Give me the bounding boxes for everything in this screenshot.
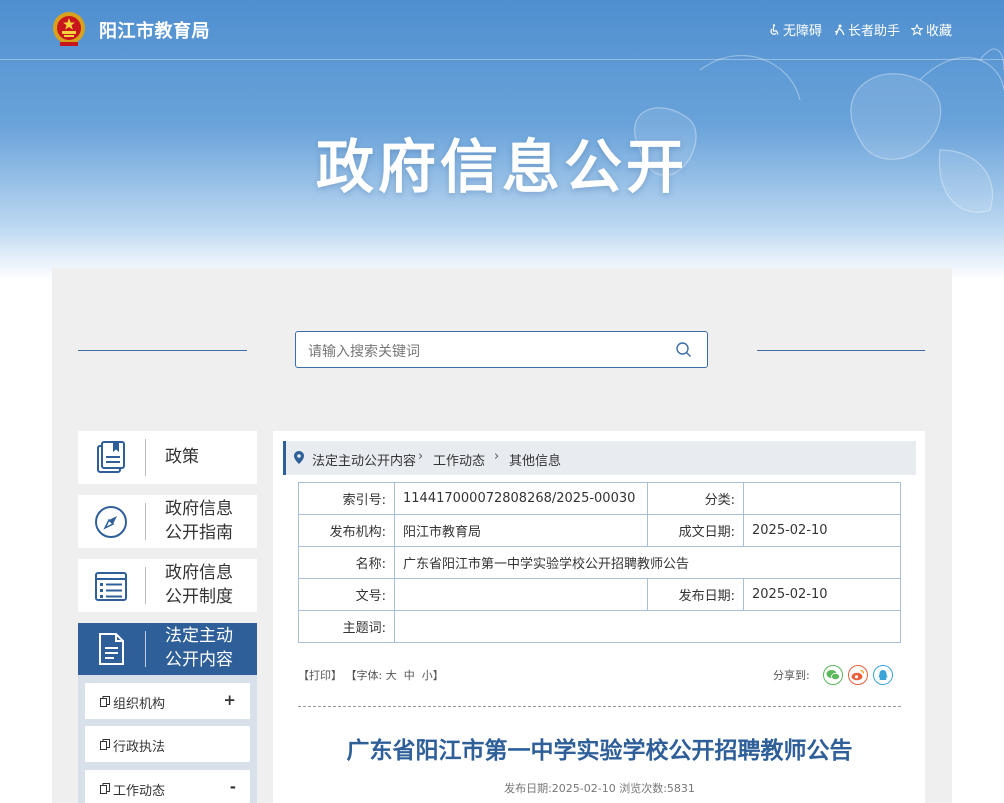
submenu-label: 行政执法 — [113, 740, 166, 755]
sidebar-separator — [145, 631, 146, 667]
copy-icon — [100, 783, 110, 794]
table-row: 文号: 发布日期: 2025-02-10 — [298, 578, 901, 611]
sidebar-label-line1: 政府信息 — [165, 499, 233, 519]
submenu-label: 组织机构 — [113, 697, 166, 712]
name-value: 广东省阳江市第一中学实验学校公开招聘教师公告 — [394, 546, 901, 579]
category-label: 分类: — [647, 482, 744, 515]
compass-icon — [95, 506, 127, 538]
file-icon — [99, 633, 124, 665]
article-title: 广东省阳江市第一中学实验学校公开招聘教师公告 — [346, 738, 853, 764]
copy-icon — [100, 739, 110, 750]
collapse-toggle[interactable]: - — [230, 778, 236, 796]
elder-assist-button[interactable]: 长者助手 — [833, 20, 900, 39]
divider-right — [757, 350, 925, 351]
search-icon[interactable] — [675, 341, 693, 359]
favorite-button[interactable]: 收藏 — [910, 20, 952, 39]
chevron-right-icon: › — [418, 449, 424, 464]
wechat-icon — [826, 670, 840, 681]
accessibility-label: 无障碍 — [782, 24, 822, 39]
font-size-label: 【字体: — [345, 669, 383, 682]
name-label: 名称: — [298, 546, 395, 579]
breadcrumb-item-mandatory[interactable]: 法定主动公开内容 — [312, 450, 416, 469]
submenu-item-enforcement[interactable]: 行政执法 — [85, 726, 250, 762]
published-value: 2025-02-10 — [743, 578, 901, 611]
chevron-right-icon: › — [494, 449, 500, 464]
org-value: 阳江市教育局 — [394, 514, 648, 547]
copy-icon — [100, 696, 110, 707]
national-emblem-icon — [53, 12, 85, 46]
accessibility-button[interactable]: 无障碍 — [768, 20, 822, 39]
sidebar-item-mandatory-disclosure[interactable]: 法定主动 公开内容 — [78, 623, 257, 675]
list-icon — [95, 572, 127, 601]
divider-left — [78, 350, 247, 351]
qq-icon — [878, 669, 888, 680]
sidebar-item-guide[interactable]: 政府信息 公开指南 — [78, 495, 257, 548]
wechat-share-button[interactable] — [823, 665, 843, 685]
font-medium-button[interactable]: 中 — [404, 669, 415, 682]
index-value: 114417000072808268/2025-00030 — [394, 482, 648, 515]
org-label: 发布机构: — [298, 514, 395, 547]
published-label: 发布日期: — [647, 578, 744, 611]
breadcrumb: 法定主动公开内容 › 工作动态 › 其他信息 — [283, 441, 916, 475]
header-banner: 阳江市教育局 无障碍 长者助手 收藏 政府信息公开 — [0, 0, 1004, 280]
document-meta-table: 索引号: 114417000072808268/2025-00030 分类: 发… — [298, 482, 901, 643]
favorite-label: 收藏 — [925, 24, 952, 39]
search-placeholder: 请输入搜索关键词 — [308, 344, 420, 360]
header-tools: 无障碍 长者助手 收藏 — [768, 20, 952, 39]
created-label: 成文日期: — [647, 514, 744, 547]
sidebar-separator — [145, 503, 146, 540]
table-row: 主题词: — [298, 610, 901, 643]
sidebar-label-line1: 政府信息 — [165, 563, 233, 583]
elder-assist-label: 长者助手 — [847, 24, 900, 39]
weibo-share-button[interactable] — [848, 665, 868, 685]
breadcrumb-item-work-updates[interactable]: 工作动态 — [433, 450, 485, 469]
sidebar-separator — [145, 567, 146, 604]
docno-label: 文号: — [298, 578, 395, 611]
qq-share-button[interactable] — [873, 665, 893, 685]
weibo-icon — [851, 669, 865, 681]
article-tools: 【打印】 【字体: 大 中 小】 — [298, 667, 444, 683]
divider-dashed — [298, 706, 901, 707]
site-title[interactable]: 阳江市教育局 — [99, 17, 210, 43]
sidebar-label-line1: 法定主动 — [165, 626, 233, 646]
sidebar-item-system[interactable]: 政府信息 公开制度 — [78, 559, 257, 612]
share-label: 分享到: — [773, 669, 810, 682]
search-input[interactable]: 请输入搜索关键词 — [295, 331, 708, 368]
created-value: 2025-02-10 — [743, 514, 901, 547]
subject-label: 主题词: — [298, 610, 395, 643]
submenu-item-work-updates[interactable]: 工作动态 - — [85, 770, 250, 803]
font-large-button[interactable]: 大 — [386, 669, 397, 682]
subject-value — [394, 610, 901, 643]
hero-title: 政府信息公开 — [315, 133, 688, 201]
sidebar-label-line2: 公开指南 — [165, 523, 233, 543]
category-value — [743, 482, 901, 515]
table-row: 索引号: 114417000072808268/2025-00030 分类: — [298, 482, 901, 515]
sidebar-item-policy[interactable]: 政策 — [78, 431, 257, 484]
elder-assist-icon — [834, 24, 845, 35]
sidebar-label: 政策 — [165, 447, 199, 467]
sidebar-separator — [145, 439, 146, 476]
breadcrumb-item-other-info[interactable]: 其他信息 — [509, 450, 561, 469]
table-row: 名称: 广东省阳江市第一中学实验学校公开招聘教师公告 — [298, 546, 901, 579]
font-size-end: 】 — [432, 669, 444, 682]
article-meta: 发布日期:2025-02-10 浏览次数:5831 — [504, 782, 695, 795]
print-button[interactable]: 【打印】 — [298, 669, 342, 682]
wheelchair-icon — [770, 23, 779, 35]
location-pin-icon — [294, 451, 304, 464]
docno-value — [394, 578, 648, 611]
expand-toggle[interactable]: + — [223, 691, 236, 709]
sidebar-label-line2: 公开内容 — [165, 650, 233, 670]
table-row: 发布机构: 阳江市教育局 成文日期: 2025-02-10 — [298, 514, 901, 547]
document-icon — [97, 441, 125, 473]
star-icon — [910, 23, 923, 36]
sidebar-label-line2: 公开制度 — [165, 587, 233, 607]
font-small-button[interactable]: 小 — [422, 669, 433, 682]
submenu-item-organization[interactable]: 组织机构 + — [85, 683, 250, 719]
submenu-label: 工作动态 — [113, 784, 166, 799]
index-label: 索引号: — [298, 482, 395, 515]
